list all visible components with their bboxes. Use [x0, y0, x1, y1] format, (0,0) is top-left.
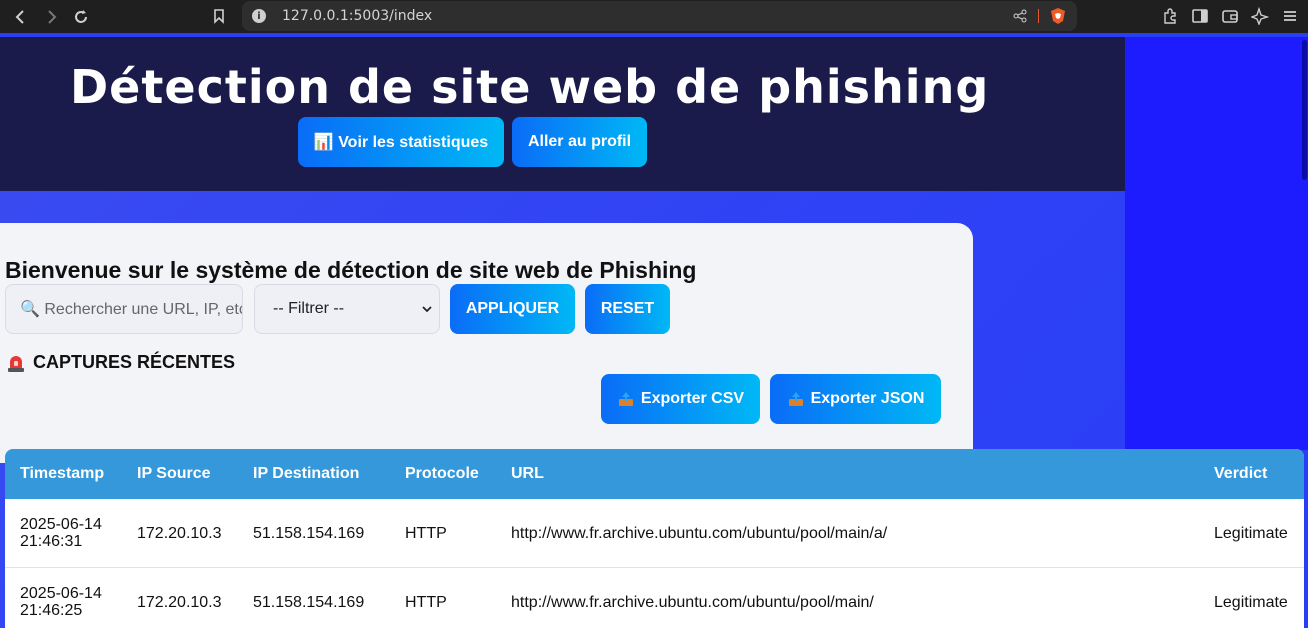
timestamp-cell: 2025-06-14 21:46:25	[20, 585, 120, 619]
protocol-cell: HTTP	[405, 594, 447, 611]
column-header[interactable]: URL	[511, 465, 544, 483]
view-stats-button[interactable]: 📊 Voir les statistiques	[298, 117, 504, 167]
filter-selected-value: -- Filtrer --	[273, 300, 345, 317]
verdict-cell: Legitimate	[1214, 594, 1288, 611]
back-icon[interactable]	[6, 2, 36, 32]
profile-button[interactable]: Aller au profil	[512, 117, 647, 167]
captures-table: Timestamp IP Source IP Destination Proto…	[5, 449, 1304, 628]
leo-ai-icon[interactable]	[1248, 4, 1272, 28]
outbox-tray-icon	[788, 392, 803, 406]
browser-toolbar: i 127.0.0.1:5003/index	[0, 0, 1308, 33]
bookmark-icon[interactable]	[204, 1, 234, 31]
export-json-button[interactable]: Exporter JSON	[770, 374, 941, 424]
column-header[interactable]: IP Source	[137, 465, 211, 483]
timestamp-date: 2025-06-14	[20, 585, 102, 602]
extensions-icon[interactable]	[1158, 4, 1182, 28]
protocol-cell: HTTP	[405, 525, 447, 542]
address-bar[interactable]: i 127.0.0.1:5003/index	[242, 1, 1077, 31]
column-header[interactable]: Verdict	[1214, 465, 1267, 483]
outbox-tray-icon	[618, 392, 633, 406]
side-strip	[1125, 37, 1308, 450]
ip-destination-cell: 51.158.154.169	[253, 594, 365, 611]
apply-button[interactable]: APPLIQUER	[450, 284, 575, 334]
site-info-icon[interactable]: i	[252, 9, 266, 23]
reset-button[interactable]: RESET	[585, 284, 670, 334]
chevron-down-icon	[422, 306, 432, 313]
url-cell: http://www.fr.archive.ubuntu.com/ubuntu/…	[511, 594, 874, 611]
wallet-icon[interactable]	[1218, 4, 1242, 28]
reload-icon[interactable]	[66, 2, 96, 32]
column-header[interactable]: Protocole	[405, 465, 479, 483]
page-title: Détection de site web de phishing	[70, 60, 990, 114]
export-csv-button[interactable]: Exporter CSV	[601, 374, 760, 424]
captures-title: CAPTURES RÉCENTES	[33, 351, 236, 372]
ip-source-cell: 172.20.10.3	[137, 525, 222, 542]
timestamp-date: 2025-06-14	[20, 516, 102, 533]
scrollbar-thumb[interactable]	[1302, 40, 1307, 180]
timestamp-time: 21:46:25	[20, 602, 83, 619]
divider	[1038, 9, 1039, 23]
siren-icon	[8, 356, 24, 372]
column-header[interactable]: Timestamp	[20, 465, 104, 483]
timestamp-cell: 2025-06-14 21:46:31	[20, 516, 120, 550]
welcome-heading: Bienvenue sur le système de détection de…	[5, 257, 697, 283]
share-icon[interactable]	[1012, 8, 1028, 24]
sidebar-icon[interactable]	[1188, 4, 1212, 28]
filter-select[interactable]: -- Filtrer --	[254, 284, 440, 334]
forward-icon[interactable]	[36, 2, 66, 32]
column-header[interactable]: IP Destination	[253, 465, 359, 483]
export-json-label: Exporter JSON	[810, 390, 925, 407]
address-url: 127.0.0.1:5003/index	[282, 8, 433, 24]
ip-source-cell: 172.20.10.3	[137, 594, 222, 611]
url-cell: http://www.fr.archive.ubuntu.com/ubuntu/…	[511, 525, 888, 542]
brave-shield-icon[interactable]	[1049, 7, 1067, 25]
table-row[interactable]: 2025-06-14 21:46:31 172.20.10.3 51.158.1…	[5, 499, 1304, 568]
table-header: Timestamp IP Source IP Destination Proto…	[5, 449, 1304, 499]
table-row[interactable]: 2025-06-14 21:46:25 172.20.10.3 51.158.1…	[5, 569, 1304, 628]
ip-destination-cell: 51.158.154.169	[253, 525, 365, 542]
captures-heading: CAPTURES RÉCENTES	[5, 351, 235, 373]
search-input[interactable]: 🔍 Rechercher une URL, IP, etc	[5, 284, 243, 334]
timestamp-time: 21:46:31	[20, 533, 83, 550]
verdict-cell: Legitimate	[1214, 525, 1288, 542]
menu-icon[interactable]	[1278, 4, 1302, 28]
export-csv-label: Exporter CSV	[640, 390, 745, 407]
